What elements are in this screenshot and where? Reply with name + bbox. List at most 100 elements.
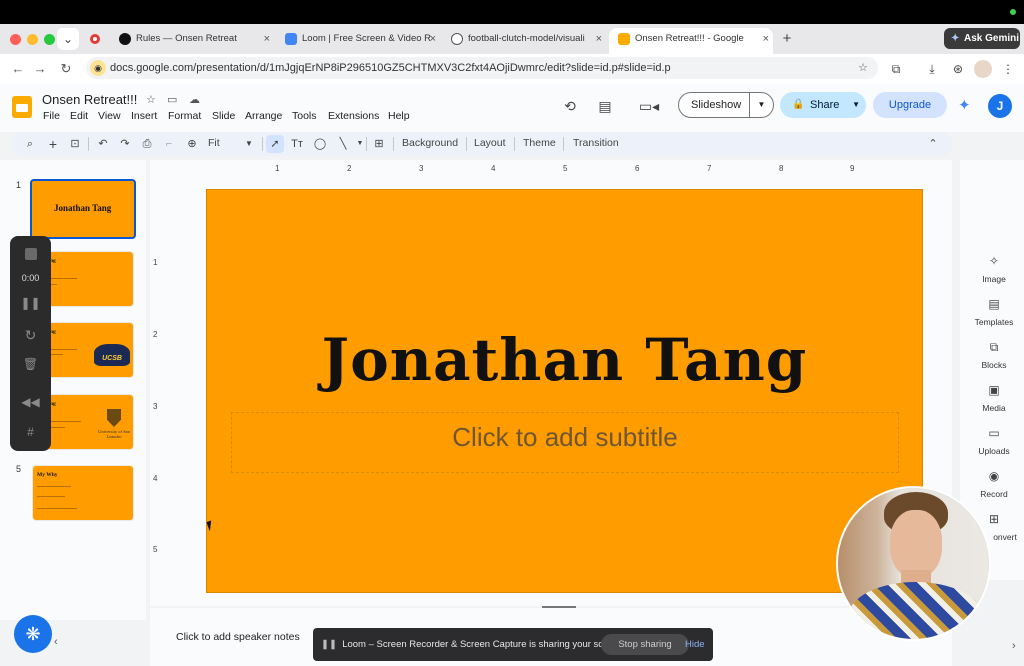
url-input[interactable]: ◉ docs.google.com/presentation/d/1mJgjqEr…: [86, 57, 878, 79]
side-media-button[interactable]: ▣ Media: [966, 383, 1022, 413]
subtitle-placeholder[interactable]: Click to add subtitle: [231, 412, 899, 473]
loom-launcher-icon[interactable]: ❋: [14, 615, 52, 653]
hide-button[interactable]: Hide: [685, 628, 705, 661]
slides-logo-icon[interactable]: [12, 96, 32, 118]
zoom-select[interactable]: Fit: [208, 137, 220, 149]
menu-insert[interactable]: Insert: [131, 110, 157, 122]
slide-title[interactable]: Jonathan Tang: [206, 326, 923, 394]
redo-icon[interactable]: ↷: [116, 135, 134, 153]
undo-icon[interactable]: ↶: [94, 135, 112, 153]
menu-extensions[interactable]: Extensions: [328, 110, 379, 122]
chevron-left-icon[interactable]: ‹: [54, 636, 58, 648]
close-icon[interactable]: ×: [763, 28, 769, 50]
side-blocks-button[interactable]: ⧉ Blocks: [966, 340, 1022, 370]
menu-slide[interactable]: Slide: [212, 110, 235, 122]
resize-handle[interactable]: [542, 606, 576, 608]
menu-view[interactable]: View: [98, 110, 121, 122]
star-icon[interactable]: ☆: [146, 93, 156, 106]
new-slide-icon[interactable]: +: [44, 135, 62, 153]
slideshow-button[interactable]: Slideshow ▼: [678, 92, 774, 118]
tab-github[interactable]: football-clutch-model/visuali ×: [442, 28, 606, 50]
ucsb-logo: UCSB: [94, 344, 130, 366]
tab-slides[interactable]: Onsen Retreat!!! - Google ×: [609, 28, 773, 54]
background-button[interactable]: Background: [402, 137, 458, 149]
shape-icon[interactable]: ◯: [311, 135, 329, 153]
bookmark-star-icon[interactable]: ☆: [858, 57, 868, 79]
transition-button[interactable]: Transition: [573, 137, 619, 149]
side-image-button[interactable]: ✧ Image: [966, 254, 1022, 284]
macos-menubar: [0, 0, 1024, 24]
theme-button[interactable]: Theme: [523, 137, 556, 149]
search-icon[interactable]: ⌕: [21, 135, 39, 153]
grid-icon[interactable]: #: [10, 425, 51, 439]
trash-icon[interactable]: 🗑: [10, 357, 51, 371]
version-history-icon[interactable]: ⟲: [560, 96, 580, 116]
paint-format-icon[interactable]: ⌐: [160, 135, 178, 153]
share-button[interactable]: 🔒 Share ▼: [780, 92, 866, 118]
close-icon[interactable]: ×: [596, 28, 602, 50]
chevron-down-icon[interactable]: ▼: [240, 135, 258, 153]
window-maximize-button[interactable]: [44, 34, 55, 45]
insert-comment-icon[interactable]: ⊞: [370, 135, 388, 153]
collapse-chevron-up-icon[interactable]: ⌃: [924, 135, 942, 153]
side-uploads-button[interactable]: ▭ Uploads: [966, 426, 1022, 456]
download-icon[interactable]: ⤓: [922, 59, 942, 79]
document-title[interactable]: Onsen Retreat!!!: [42, 92, 137, 107]
ruler-tick: 8: [779, 164, 784, 173]
select-cursor-icon[interactable]: ➚: [266, 135, 284, 153]
side-templates-button[interactable]: ▤ Templates: [966, 297, 1022, 327]
account-avatar[interactable]: J: [988, 94, 1012, 118]
ruler-tick: 2: [347, 164, 352, 173]
rewind-icon[interactable]: ◀◀: [10, 395, 51, 409]
pause-icon[interactable]: ❚❚: [10, 296, 51, 310]
profile-avatar[interactable]: [974, 60, 992, 78]
back-arrow-icon[interactable]: ←: [8, 59, 28, 79]
print-icon[interactable]: ⎙: [138, 135, 156, 153]
slide-thumbnail-1[interactable]: Jonathan Tang: [30, 179, 136, 239]
chevron-down-icon[interactable]: ▼: [852, 92, 860, 118]
comments-icon[interactable]: ▤: [595, 96, 615, 116]
line-icon[interactable]: ╲: [334, 135, 352, 153]
zoom-icon[interactable]: ⊕: [183, 135, 201, 153]
reload-icon[interactable]: ↻: [56, 59, 76, 79]
stop-sharing-button[interactable]: Stop sharing: [601, 634, 689, 655]
menu-file[interactable]: File: [43, 110, 60, 122]
menu-tools[interactable]: Tools: [292, 110, 317, 122]
extension-icon[interactable]: ⊛: [948, 59, 968, 79]
speaker-notes-placeholder[interactable]: Click to add speaker notes: [176, 631, 300, 643]
more-vert-icon[interactable]: ⋮: [998, 59, 1018, 79]
forward-arrow-icon[interactable]: →: [30, 59, 50, 79]
ask-gemini-button[interactable]: ✦ Ask Gemini: [944, 28, 1020, 49]
tab-loom[interactable]: Loom | Free Screen & Video R ×: [276, 28, 440, 50]
ruler-tick: 1: [275, 164, 280, 173]
restart-icon[interactable]: ↻: [10, 327, 51, 344]
upgrade-button[interactable]: Upgrade: [873, 92, 947, 118]
stop-square-icon[interactable]: [10, 248, 51, 263]
tab-search-button[interactable]: ⌄: [57, 28, 79, 50]
extensions-icon[interactable]: ⧉: [886, 59, 906, 79]
ruler-tick: 9: [850, 164, 855, 173]
layout-button[interactable]: Layout: [474, 137, 506, 149]
menu-edit[interactable]: Edit: [70, 110, 88, 122]
meet-camera-icon[interactable]: ▭◂: [634, 96, 664, 116]
new-slide-layout-icon[interactable]: ⊡: [66, 135, 84, 153]
chevron-right-icon[interactable]: ›: [1012, 640, 1016, 652]
slide-thumbnail-5[interactable]: My Why: [32, 465, 134, 521]
chevron-down-icon[interactable]: ▼: [749, 93, 773, 117]
menu-arrange[interactable]: Arrange: [245, 110, 282, 122]
new-tab-button[interactable]: +: [776, 28, 798, 50]
window-minimize-button[interactable]: [27, 34, 38, 45]
menu-format[interactable]: Format: [168, 110, 201, 122]
tab-recording[interactable]: [84, 28, 106, 50]
menu-help[interactable]: Help: [388, 110, 410, 122]
close-icon[interactable]: ×: [264, 28, 270, 50]
tab-rules[interactable]: Rules — Onsen Retreat ×: [110, 28, 274, 50]
close-icon[interactable]: ×: [430, 28, 436, 50]
move-folder-icon[interactable]: ▭: [167, 93, 177, 106]
webcam-bubble[interactable]: [836, 486, 991, 641]
text-box-icon[interactable]: Tт: [288, 135, 306, 153]
site-info-icon[interactable]: ◉: [90, 60, 106, 76]
window-close-button[interactable]: [10, 34, 21, 45]
pause-icon[interactable]: ❚❚: [321, 639, 337, 650]
gemini-spark-icon[interactable]: ✦: [958, 96, 971, 114]
